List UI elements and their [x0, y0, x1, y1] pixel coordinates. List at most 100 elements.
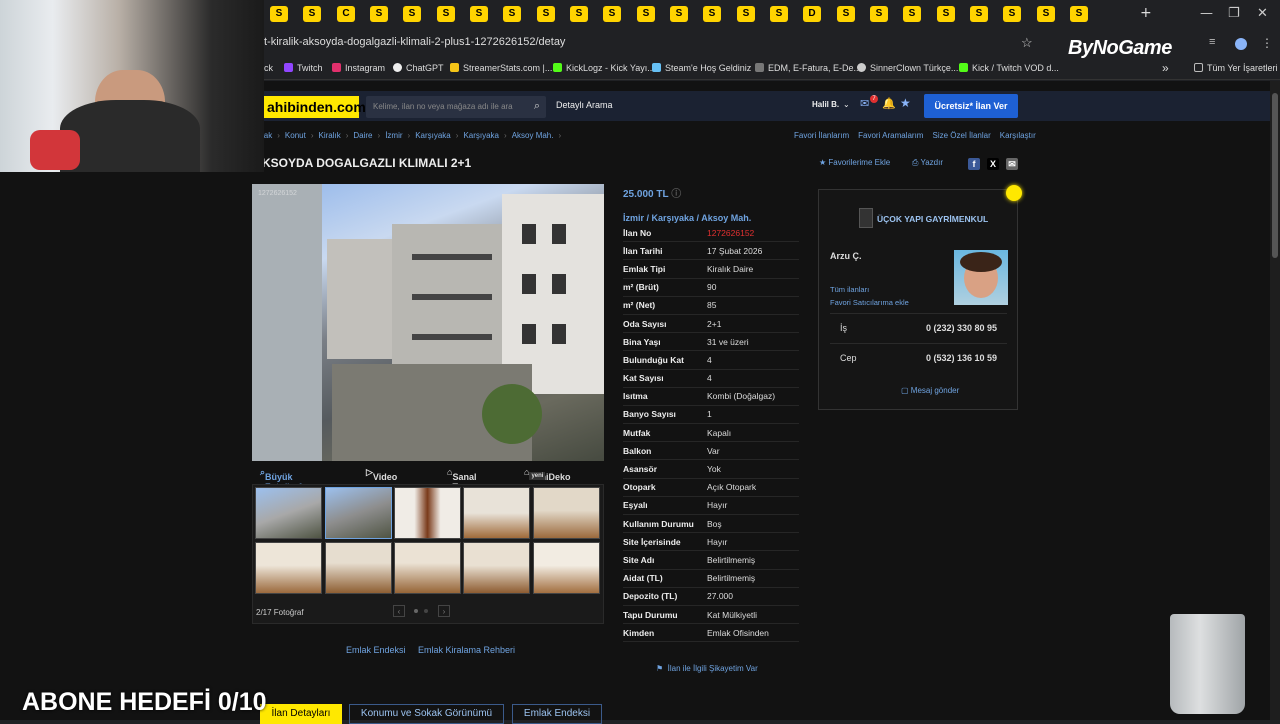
tab-ad-details[interactable]: İlan Detayları [260, 704, 342, 724]
email-share-icon[interactable]: ✉ [1006, 158, 1018, 170]
browser-tab[interactable]: S [603, 6, 621, 22]
browser-tab[interactable]: S [903, 6, 921, 22]
bookmark-item[interactable]: Kick / Twitch VOD d... [959, 63, 1059, 73]
browser-tab[interactable]: S [1037, 6, 1055, 22]
x-share-icon[interactable]: X [987, 158, 999, 170]
bookmark-item[interactable]: StreamerStats.com |... [450, 63, 552, 73]
browser-tab[interactable]: C [337, 6, 355, 22]
browser-tab[interactable]: S [970, 6, 988, 22]
chevron-down-icon[interactable]: ⌄ [843, 100, 850, 109]
thumbnail[interactable] [394, 487, 461, 539]
tab-sahideko[interactable]: ⌂ SahiDeko yeni [524, 467, 570, 482]
search-input[interactable]: Kelime, ilan no veya mağaza adı ile ara … [366, 96, 546, 118]
breadcrumb-item[interactable]: Karşıyaka [463, 131, 499, 140]
browser-tab[interactable]: S [937, 6, 955, 22]
bookmark-item[interactable]: KickLogz - Kick Yayı... [553, 63, 655, 73]
thumbnail[interactable] [533, 487, 600, 539]
user-menu[interactable]: Halil B. [812, 100, 839, 109]
bookmark-item[interactable]: Instagram [332, 63, 385, 73]
star-icon[interactable]: ★ [900, 96, 911, 110]
thumbnail[interactable] [463, 487, 530, 539]
info-icon[interactable]: ⓘ [671, 189, 681, 200]
menu-icon[interactable]: ⋮ [1261, 36, 1273, 50]
browser-tab[interactable]: S [403, 6, 421, 22]
bookmark-item[interactable]: Steam'e Hoş Geldiniz [652, 63, 751, 73]
extensions-icon[interactable]: ≡ [1209, 36, 1215, 48]
close-window-button[interactable]: ✕ [1257, 6, 1268, 21]
site-logo[interactable]: ahibinden.com [264, 96, 366, 118]
minimize-button[interactable]: — [1200, 6, 1213, 21]
tab-virtual-tour[interactable]: ⌂ Sanal Tur [447, 467, 476, 492]
browser-tab[interactable]: S [470, 6, 488, 22]
rental-guide-link[interactable]: Emlak Kiralama Rehberi [418, 645, 515, 655]
browser-tab[interactable]: S [1070, 6, 1088, 22]
send-message-link[interactable]: ▢ Mesaj gönder [901, 386, 959, 395]
bookmarks-more[interactable]: » [1162, 61, 1169, 75]
all-ads-link[interactable]: Tüm ilanları [830, 285, 869, 294]
thumbnail[interactable] [463, 542, 530, 594]
print-link[interactable]: ⎙ Yazdır [912, 158, 943, 168]
main-photo[interactable]: 1272626152 [252, 184, 604, 461]
location-link[interactable]: İzmir / Karşıyaka / Aksoy Mah. [623, 213, 751, 223]
thumbnail[interactable] [533, 542, 600, 594]
maximize-button[interactable]: ❐ [1228, 6, 1240, 21]
page-dot[interactable] [424, 609, 428, 613]
page-dot[interactable] [414, 609, 418, 613]
bookmark-item[interactable]: ChatGPT [393, 63, 444, 73]
all-bookmarks[interactable]: Tüm Yer İşaretleri [1194, 63, 1278, 73]
breadcrumb-item[interactable]: Daire [353, 131, 372, 140]
breadcrumb-item[interactable]: İzmir [385, 131, 402, 140]
tab-video[interactable]: ▷ Video [366, 467, 397, 482]
browser-tab[interactable]: S [837, 6, 855, 22]
tab-location[interactable]: Konumu ve Sokak Görünümü [349, 704, 504, 724]
browser-tab[interactable]: S [737, 6, 755, 22]
bookmark-item[interactable]: ck [264, 63, 273, 73]
breadcrumb-item[interactable]: Konut [285, 131, 306, 140]
thumbnail[interactable] [255, 542, 322, 594]
thumbnail[interactable] [255, 487, 322, 539]
prev-page-button[interactable]: ‹ [393, 605, 405, 617]
search-icon[interactable]: ⌕ [534, 100, 540, 113]
post-ad-button[interactable]: Ücretsiz* İlan Ver [924, 94, 1018, 118]
favorite-seller-link[interactable]: Favori Satıcılarıma ekle [830, 298, 909, 307]
tab-big-photo[interactable]: ⌕ Büyük Fotoğraf [260, 467, 302, 492]
detailed-search-link[interactable]: Detaylı Arama [556, 100, 613, 110]
breadcrumb-item[interactable]: Kiralık [318, 131, 340, 140]
browser-tab[interactable]: D [803, 6, 821, 22]
new-tab-button[interactable]: + [1140, 5, 1152, 21]
next-page-button[interactable]: › [438, 605, 450, 617]
phone-row[interactable]: Cep 0 (532) 136 10 59 [830, 343, 1007, 372]
top-link[interactable]: Favori İlanlarım [794, 131, 849, 140]
breadcrumb-item[interactable]: Karşıyaka [415, 131, 451, 140]
phone-row[interactable]: İş 0 (232) 330 80 95 [830, 313, 1007, 342]
bell-icon[interactable]: 🔔 [882, 97, 896, 110]
bookmark-item[interactable]: Twitch [284, 63, 323, 73]
bookmark-item[interactable]: EDM, E-Fatura, E-De... [755, 63, 861, 73]
profile-avatar[interactable] [1235, 38, 1247, 50]
browser-tab[interactable]: S [570, 6, 588, 22]
browser-tab[interactable]: S [370, 6, 388, 22]
browser-tab[interactable]: S [670, 6, 688, 22]
browser-tab[interactable]: S [637, 6, 655, 22]
browser-tab[interactable]: S [503, 6, 521, 22]
tab-emlak-endeksi[interactable]: Emlak Endeksi [512, 704, 602, 724]
top-link[interactable]: Favori Aramalarım [858, 131, 923, 140]
scrollbar[interactable] [1270, 81, 1280, 720]
star-icon[interactable]: ☆ [1021, 35, 1033, 51]
bookmark-item[interactable]: SinnerClown Türkçe... [857, 63, 958, 73]
mail-icon[interactable]: ✉ [860, 97, 869, 110]
browser-tab[interactable]: S [870, 6, 888, 22]
emlak-endeksi-link[interactable]: Emlak Endeksi [346, 645, 406, 655]
browser-tab[interactable]: S [537, 6, 555, 22]
browser-tab[interactable]: S [770, 6, 788, 22]
facebook-share-icon[interactable]: f [968, 158, 980, 170]
favorite-link[interactable]: ★ Favorilerime Ekle [819, 158, 890, 167]
browser-tab[interactable]: S [437, 6, 455, 22]
browser-tab[interactable]: S [1003, 6, 1021, 22]
thumbnail-selected[interactable] [325, 487, 392, 539]
store-name[interactable]: ÜÇOK YAPI GAYRİMENKUL [877, 214, 988, 224]
top-link[interactable]: Karşılaştır [1000, 131, 1036, 140]
complaint-link[interactable]: ⚑ İlan ile İlgili Şikayetim Var [656, 664, 758, 673]
thumbnail[interactable] [325, 542, 392, 594]
browser-tab[interactable]: S [270, 6, 288, 22]
